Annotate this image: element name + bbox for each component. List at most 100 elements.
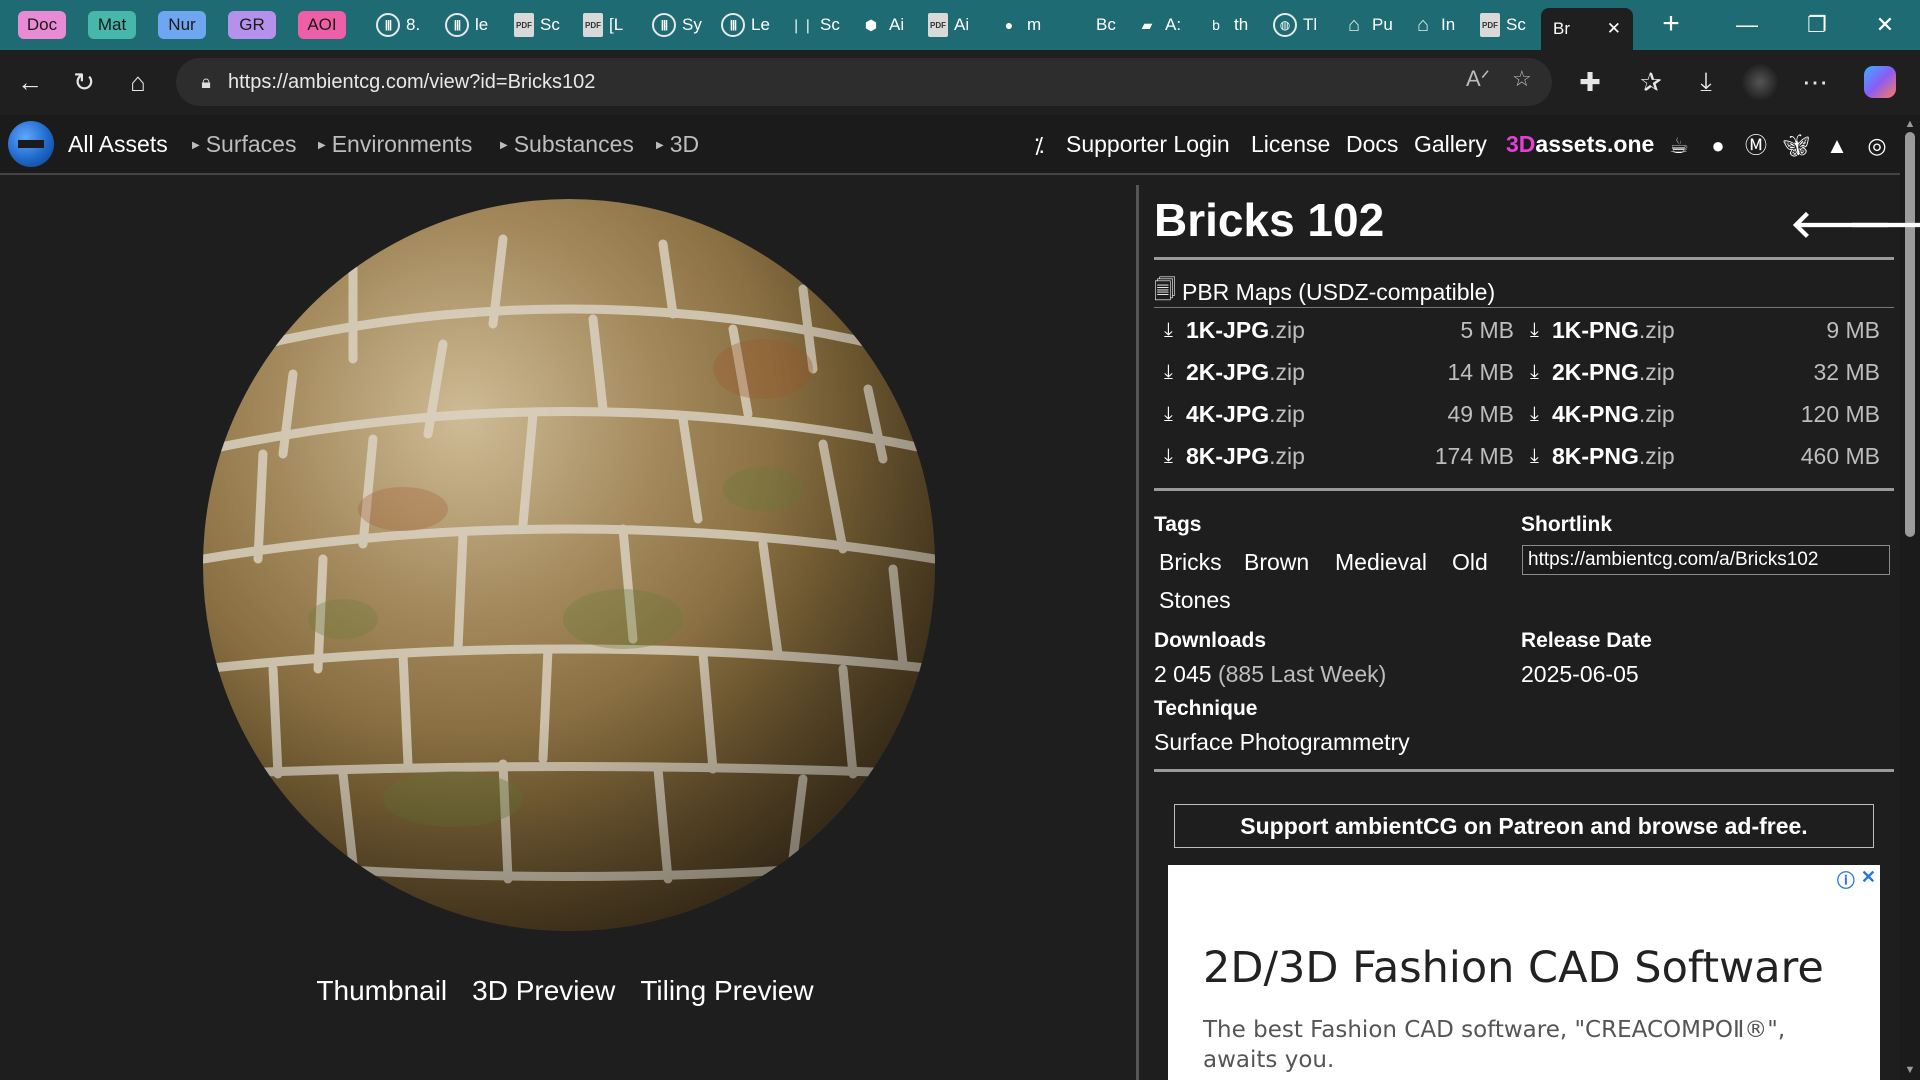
tab-8[interactable]: PDF Ai: [920, 0, 989, 50]
site-info-icon[interactable]: 🔒︎: [186, 72, 226, 93]
tab-label: 8.: [406, 15, 421, 34]
tab-15[interactable]: ⌂ In: [1403, 0, 1472, 50]
patreon-support-button[interactable]: Support ambientCG on Patreon and browse …: [1174, 804, 1874, 848]
ad-title[interactable]: 2D/3D Fashion CAD Software: [1203, 943, 1824, 993]
tab-label: In: [1441, 15, 1456, 34]
tab-6[interactable]: ❘❘ Sc: [782, 0, 851, 50]
patreon-icon[interactable]: ●: [1705, 133, 1731, 159]
mastodon-icon[interactable]: Ⓜ: [1743, 133, 1769, 159]
minimize-button[interactable]: —: [1712, 0, 1782, 50]
triangle-right-icon: ▶: [318, 140, 326, 152]
download-4k-jpg[interactable]: ⤓ 4K-JPG .zip 49 MB: [1164, 397, 1514, 431]
download-8k-png[interactable]: ⤓ 8K-PNG .zip 460 MB: [1530, 439, 1880, 473]
tab-14[interactable]: ⌂ Pu: [1334, 0, 1403, 50]
tab-0[interactable]: ||| 8.: [368, 0, 437, 50]
advertisement[interactable]: ⓘ ✕ 2D/3D Fashion CAD Software The best …: [1168, 865, 1880, 1080]
tab-9[interactable]: ● m: [989, 0, 1058, 50]
tag-brown[interactable]: Brown: [1244, 549, 1309, 576]
download-1k-png[interactable]: ⤓ 1K-PNG .zip 9 MB: [1530, 313, 1880, 347]
download-2k-png[interactable]: ⤓ 2K-PNG .zip 32 MB: [1530, 355, 1880, 389]
tab-7[interactable]: ⬢ Ai: [851, 0, 920, 50]
download-4k-png[interactable]: ⤓ 4K-PNG .zip 120 MB: [1530, 397, 1880, 431]
download-2k-jpg[interactable]: ⤓ 2K-JPG .zip 14 MB: [1164, 355, 1514, 389]
tab-13[interactable]: ◍ Tl: [1265, 0, 1334, 50]
scrollbar-thumb[interactable]: [1905, 132, 1915, 537]
favorite-star-icon[interactable]: ☆: [1512, 66, 1532, 92]
download-icon: ⤓: [1164, 444, 1173, 467]
extensions-button[interactable]: ✚: [1570, 62, 1610, 102]
tag-old[interactable]: Old: [1452, 549, 1488, 576]
triangle-right-icon: ▶: [656, 140, 664, 152]
download-1k-jpg[interactable]: ⤓ 1K-JPG .zip 5 MB: [1164, 313, 1514, 347]
refresh-button[interactable]: ↻: [64, 62, 104, 102]
tag-bricks[interactable]: Bricks: [1159, 549, 1222, 576]
scroll-down-icon[interactable]: ▼: [1902, 1064, 1918, 1078]
nav-3dassets-one[interactable]: 3Dassets.one: [1506, 131, 1654, 158]
tag-stones[interactable]: Stones: [1159, 587, 1231, 614]
close-window-button[interactable]: ✕: [1850, 0, 1920, 50]
tab-5[interactable]: ||| Le: [713, 0, 782, 50]
tab-doc[interactable]: Doc: [18, 11, 66, 39]
scroll-up-icon[interactable]: ▲: [1902, 118, 1918, 132]
close-tab-icon[interactable]: ✕: [1607, 19, 1621, 39]
kofi-icon[interactable]: ☕︎: [1666, 133, 1692, 159]
nav-license[interactable]: License: [1251, 131, 1330, 158]
tab-3[interactable]: PDF [L: [575, 0, 644, 50]
tab-aoi[interactable]: AOI: [298, 11, 346, 39]
theme-toggle-icon[interactable]: ⁒: [1026, 133, 1052, 159]
restore-button[interactable]: ❐: [1782, 0, 1852, 50]
nav-substances[interactable]: ▶ Substances: [500, 131, 634, 158]
tab-16[interactable]: PDF Sc: [1472, 0, 1541, 50]
pbr-maps-heading: 🗐 PBR Maps (USDZ-compatible): [1154, 273, 1495, 311]
bluesky-icon[interactable]: 🦋︎: [1782, 133, 1810, 159]
downloads-button[interactable]: ⤓: [1686, 62, 1726, 102]
tab-nur[interactable]: Nur: [158, 11, 206, 39]
profile-button[interactable]: [1740, 62, 1780, 102]
nav-environments[interactable]: ▶ Environments: [318, 131, 472, 158]
nav-gallery[interactable]: Gallery: [1414, 131, 1487, 158]
back-button[interactable]: ←: [10, 62, 50, 102]
nav-surfaces[interactable]: ▶ Surfaces: [192, 131, 296, 158]
asset-preview-area: Thumbnail 3D Preview Tiling Preview: [0, 177, 1130, 1080]
tab-label: th: [1234, 15, 1249, 34]
thumbnail-link[interactable]: Thumbnail: [316, 975, 447, 1007]
tab-active[interactable]: Br ✕: [1541, 8, 1633, 50]
nav-docs[interactable]: Docs: [1346, 131, 1398, 158]
instagram-icon[interactable]: ◎: [1864, 133, 1890, 159]
next-asset-arrow-icon[interactable]: 🡒: [1848, 201, 1920, 247]
cube-icon: ⬢: [864, 16, 878, 33]
tab-12[interactable]: b th: [1196, 0, 1265, 50]
copilot-button[interactable]: [1860, 62, 1900, 102]
tab-10[interactable]: Bc: [1058, 0, 1127, 50]
nav-supporter-login[interactable]: Supporter Login: [1066, 131, 1230, 158]
ambientcg-logo-icon[interactable]: [8, 121, 54, 167]
address-bar[interactable]: 🔒︎ https://ambientcg.com/view?id=Bricks1…: [176, 58, 1552, 106]
tab-4[interactable]: ||| Sy: [644, 0, 713, 50]
tab-11[interactable]: ▰ A:: [1127, 0, 1196, 50]
download-8k-jpg[interactable]: ⤓ 8K-JPG .zip 174 MB: [1164, 439, 1514, 473]
book-icon: ▰: [1141, 16, 1153, 33]
tiling-preview-link[interactable]: Tiling Preview: [640, 975, 813, 1007]
url-text[interactable]: https://ambientcg.com/view?id=Bricks102: [228, 71, 595, 94]
tab-1[interactable]: ||| le: [437, 0, 506, 50]
tag-medieval[interactable]: Medieval: [1335, 549, 1427, 576]
ad-close-icon[interactable]: ✕: [1861, 867, 1876, 893]
shortlink-input[interactable]: [1522, 545, 1890, 575]
divider: [1154, 769, 1894, 772]
artstation-icon[interactable]: ▲: [1824, 133, 1850, 159]
more-menu-button[interactable]: ⋯: [1795, 62, 1835, 102]
nav-3d[interactable]: ▶ 3D: [656, 131, 699, 158]
tab-2[interactable]: PDF Sc: [506, 0, 575, 50]
read-aloud-icon[interactable]: Aᐟ: [1466, 66, 1490, 92]
favorites-button[interactable]: ✰: [1631, 62, 1671, 102]
ad-info-icon[interactable]: ⓘ: [1837, 867, 1855, 893]
bars-icon: |||: [652, 13, 676, 37]
asset-title: Bricks 102: [1154, 194, 1385, 246]
nav-all-assets[interactable]: All Assets: [68, 131, 168, 158]
home-button[interactable]: ⌂: [118, 62, 158, 102]
tab-mat[interactable]: Mat: [88, 11, 136, 39]
3d-preview-link[interactable]: 3D Preview: [472, 975, 615, 1007]
material-preview-sphere[interactable]: [203, 199, 935, 931]
new-tab-button[interactable]: +: [1653, 7, 1689, 43]
tab-gr[interactable]: GR: [228, 11, 276, 39]
